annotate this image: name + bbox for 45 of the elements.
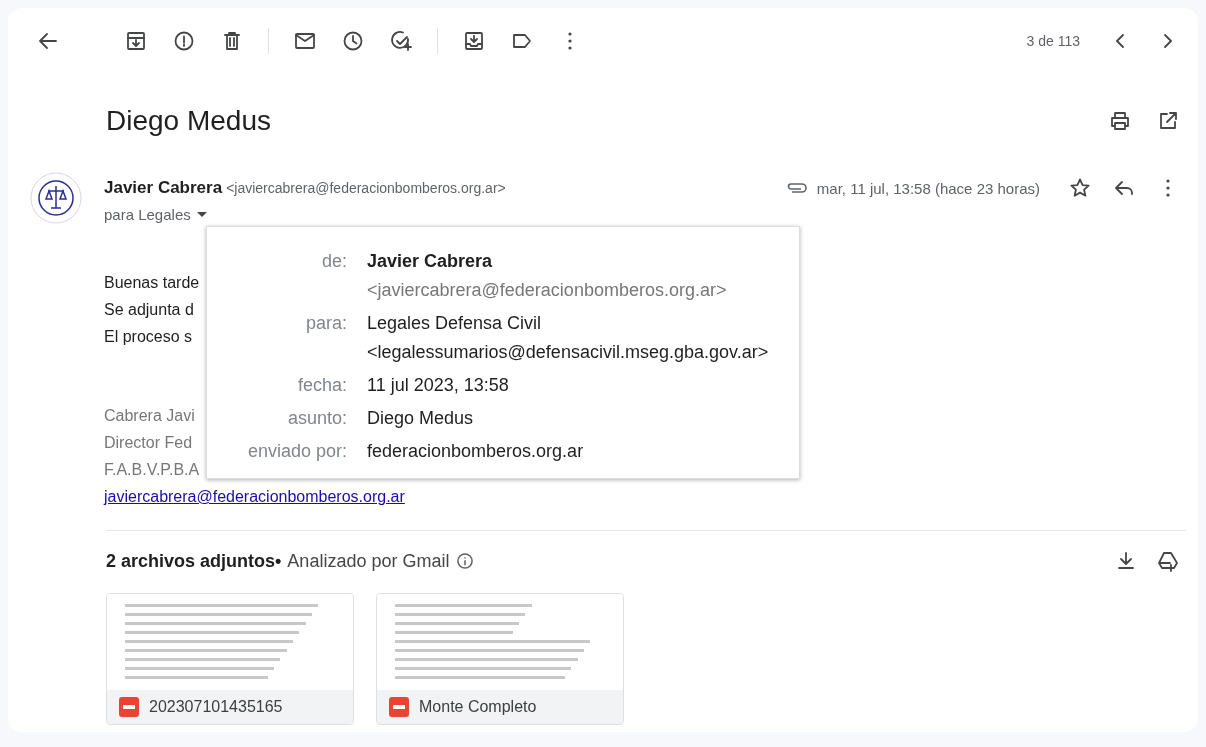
scan-note: Analizado por Gmail <box>287 550 450 572</box>
detail-label: fecha: <box>296 374 347 397</box>
file-name: 202307101435165 <box>149 698 283 716</box>
contact-address: <javiercabrera@federacionbomberos.org.ar> <box>367 279 728 302</box>
detail-label: asunto: <box>286 407 347 430</box>
caret-icon <box>196 211 207 218</box>
sender-avatar <box>28 170 84 226</box>
detail-value: Diego Medus <box>367 407 475 430</box>
attachments-title: 2 archivos adjuntos• <box>106 550 282 572</box>
detail-value: 11 jul 2023, 13:58 <box>367 374 510 397</box>
attachment-tile[interactable]: Monte Completo <box>376 593 624 725</box>
email-subject: Diego Medus <box>106 105 271 137</box>
body-text: El proceso s <box>104 327 193 347</box>
printer-icon <box>1108 109 1132 133</box>
file-name: Monte Completo <box>419 698 537 716</box>
detail-label: enviado por: <box>246 440 347 463</box>
contact-address: <legalessumarios@defensacivil.mseg.gba.gov.ar> <box>367 341 770 364</box>
drive-add-icon <box>1156 549 1180 573</box>
sender-name: Javier Cabrera <box>104 178 223 197</box>
detail-label: para: <box>304 312 347 335</box>
signature-text: Director Fed <box>104 433 193 453</box>
email-link[interactable]: javiercabrera@federacionbomberos.org.ar <box>104 488 405 505</box>
check-plus-icon <box>389 29 413 53</box>
info-icon <box>455 551 476 571</box>
archive-icon <box>124 29 148 53</box>
message-date: mar, 11 jul, 13:58 (hace 23 horas) <box>816 179 1040 197</box>
more-vert-icon <box>1166 179 1170 197</box>
sender-email: <javiercabrera@federacionbomberos.org.ar> <box>226 180 506 196</box>
detail-value: federacionbomberos.org.ar <box>367 440 585 463</box>
pdf-file-icon <box>119 697 139 717</box>
detail-label: de: <box>320 250 347 273</box>
clock-icon <box>341 29 365 53</box>
signature-text: F.A.B.V.P.B.A <box>104 460 200 480</box>
contact-name: Javier Cabrera <box>367 250 494 273</box>
more-vert-icon <box>568 32 572 50</box>
attachment-tile[interactable]: 202307101435165 <box>106 593 354 725</box>
signature-text: Cabrera Javi <box>104 406 195 426</box>
alert-icon <box>172 29 196 53</box>
body-text: Se adjunta d <box>104 300 194 320</box>
contact-name: Legales Defensa Civil <box>367 312 543 335</box>
body-text: Buenas tarde <box>104 273 200 293</box>
pdf-file-icon <box>389 697 409 717</box>
message-counter: 3 de 113 <box>1026 33 1080 49</box>
move-to-icon <box>462 29 486 53</box>
recipient-dropdown[interactable]: para Legales <box>104 206 207 223</box>
